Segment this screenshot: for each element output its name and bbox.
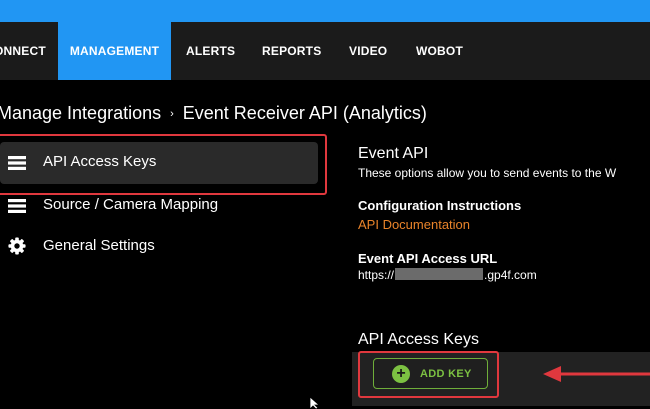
- nav-tab-wobot[interactable]: WOBOT: [416, 22, 463, 80]
- top-nav-bar: ONNECT MANAGEMENT ALERTS REPORTS VIDEO W…: [0, 22, 650, 80]
- api-documentation-link[interactable]: API Documentation: [358, 217, 470, 232]
- highlight-box-api-access-keys: [0, 134, 327, 195]
- url-prefix: https://: [358, 268, 395, 282]
- sidebar-item-general-settings[interactable]: General Settings: [0, 229, 318, 263]
- event-api-title: Event API: [358, 145, 429, 162]
- mouse-cursor-icon: [309, 397, 321, 409]
- highlight-box-add-key: [358, 351, 499, 398]
- event-api-url-label: Event API Access URL: [358, 251, 498, 266]
- breadcrumb-separator-icon: ›: [170, 108, 174, 120]
- nav-tab-reports[interactable]: REPORTS: [262, 22, 321, 80]
- list-icon: [8, 199, 26, 213]
- event-api-url-value: https:// .gp4f.com: [358, 268, 537, 282]
- config-instructions-label: Configuration Instructions: [358, 198, 522, 213]
- breadcrumb-current: Event Receiver API (Analytics): [182, 103, 427, 123]
- breadcrumb-parent[interactable]: Manage Integrations: [0, 103, 161, 123]
- nav-tab-video[interactable]: VIDEO: [349, 22, 387, 80]
- api-access-keys-title: API Access Keys: [358, 331, 479, 348]
- red-arrow-left-icon: [543, 366, 650, 382]
- redacted-url-segment: [395, 268, 484, 280]
- url-suffix: .gp4f.com: [484, 268, 537, 282]
- gear-icon: [8, 237, 26, 255]
- sidebar-item-label: Source / Camera Mapping: [43, 196, 219, 213]
- nav-tab-alerts[interactable]: ALERTS: [186, 22, 235, 80]
- top-accent-strip: [0, 0, 650, 22]
- nav-tab-connect[interactable]: ONNECT: [0, 22, 46, 80]
- sidebar-item-label: General Settings: [43, 237, 155, 254]
- breadcrumb: Manage Integrations › Event Receiver API (…: [0, 103, 427, 129]
- nav-tab-management[interactable]: MANAGEMENT: [58, 22, 171, 80]
- event-api-description: These options allow you to send events t…: [358, 166, 617, 180]
